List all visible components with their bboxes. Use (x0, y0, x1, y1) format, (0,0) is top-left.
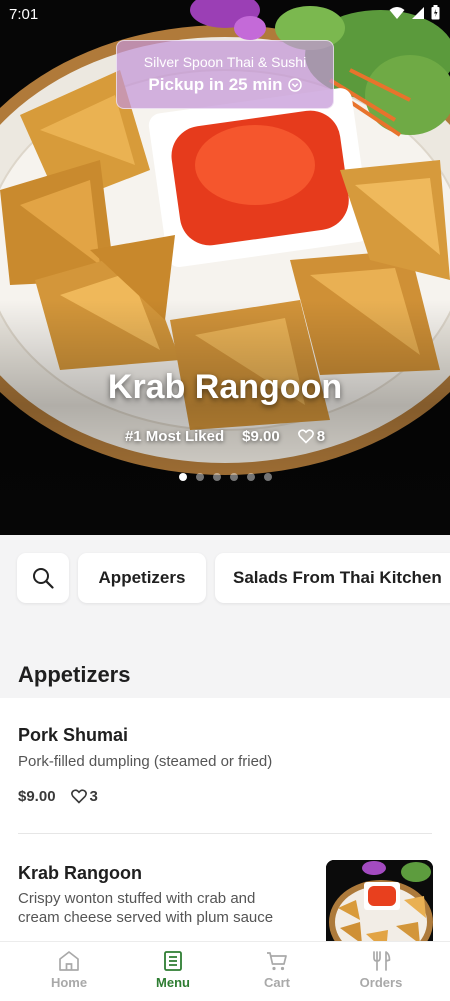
status-icons (389, 5, 440, 20)
menu-item-name: Krab Rangoon (18, 863, 142, 883)
heart-icon (70, 789, 87, 804)
carousel-dot[interactable] (195, 473, 204, 481)
menu-item-name: Pork Shumai (18, 725, 129, 745)
nav-cart-label: Cart (263, 975, 290, 990)
menu-list: Pork Shumai Pork-filled dumpling (steame… (0, 698, 450, 941)
menu-item-likes-count: 3 (89, 788, 98, 805)
home-icon (59, 951, 79, 971)
hero-carousel[interactable]: 7:01 Silver Spoon Thai & Sushi Pickup in… (0, 0, 450, 535)
category-chip-appetizers[interactable]: Appetizers (78, 553, 206, 603)
search-icon (33, 568, 54, 589)
nav-home[interactable]: Home (13, 942, 125, 1001)
search-button[interactable] (17, 553, 69, 603)
menu-item-price-row: $9.00 3 (18, 788, 98, 805)
featured-likes[interactable]: 8 (297, 428, 326, 445)
section-title: Appetizers (18, 662, 131, 687)
most-liked-badge: #1 Most Liked (124, 428, 225, 445)
menu-item[interactable]: Krab Rangoon Crispy wonton stuffed with … (0, 834, 450, 941)
carousel-dot[interactable] (212, 473, 221, 481)
menu-item-photo (326, 860, 433, 941)
status-bar: 7:01 (0, 0, 450, 28)
featured-dish-title: Krab Rangoon (107, 368, 343, 406)
nav-orders[interactable]: Orders (325, 942, 437, 1001)
nav-orders-label: Orders (359, 975, 403, 990)
wifi-icon (389, 6, 405, 19)
pickup-label: Pickup in 25 min (148, 75, 283, 94)
status-time: 7:01 (9, 6, 39, 23)
nav-home-label: Home (50, 975, 88, 990)
carousel-dot[interactable] (229, 473, 238, 481)
featured-likes-count: 8 (316, 428, 326, 445)
menu-item-description: Crispy wonton stuffed with crab and crea… (18, 890, 274, 926)
category-chip-salads[interactable]: Salads From Thai Kitchen (215, 553, 450, 603)
featured-dish-meta: #1 Most Liked $9.00 8 (0, 428, 450, 445)
category-bar: Appetizers Salads From Thai Kitchen (0, 553, 450, 605)
restaurant-pickup-selector[interactable]: Silver Spoon Thai & Sushi Pickup in 25 m… (116, 40, 334, 109)
nav-cart[interactable]: Cart (221, 942, 333, 1001)
menu-item-description: Pork-filled dumpling (steamed or fried) (18, 753, 273, 770)
carousel-dot[interactable] (178, 473, 187, 481)
restaurant-name: Silver Spoon Thai & Sushi (143, 54, 307, 70)
cart-icon (267, 952, 287, 971)
carousel-indicator (0, 473, 450, 481)
battery-icon (431, 5, 440, 20)
menu-item[interactable]: Pork Shumai Pork-filled dumpling (steame… (0, 698, 450, 834)
chevron-down-circle-icon (287, 78, 302, 92)
hero-gradient (0, 300, 450, 535)
fork-knife-icon (373, 951, 391, 971)
menu-item-price: $9.00 (18, 788, 56, 805)
pickup-time: Pickup in 25 min (117, 75, 333, 95)
nav-menu-label: Menu (156, 975, 190, 990)
menu-book-icon (164, 951, 182, 971)
bottom-nav: Home Menu Cart Orders (0, 941, 450, 1001)
signal-icon (412, 6, 424, 19)
nav-menu[interactable]: Menu (117, 942, 229, 1001)
heart-icon (297, 429, 314, 444)
carousel-dot[interactable] (263, 473, 272, 481)
menu-item-thumbnail (326, 860, 433, 941)
carousel-dot[interactable] (246, 473, 255, 481)
featured-price: $9.00 (242, 428, 280, 445)
menu-item-likes[interactable]: 3 (70, 788, 98, 805)
